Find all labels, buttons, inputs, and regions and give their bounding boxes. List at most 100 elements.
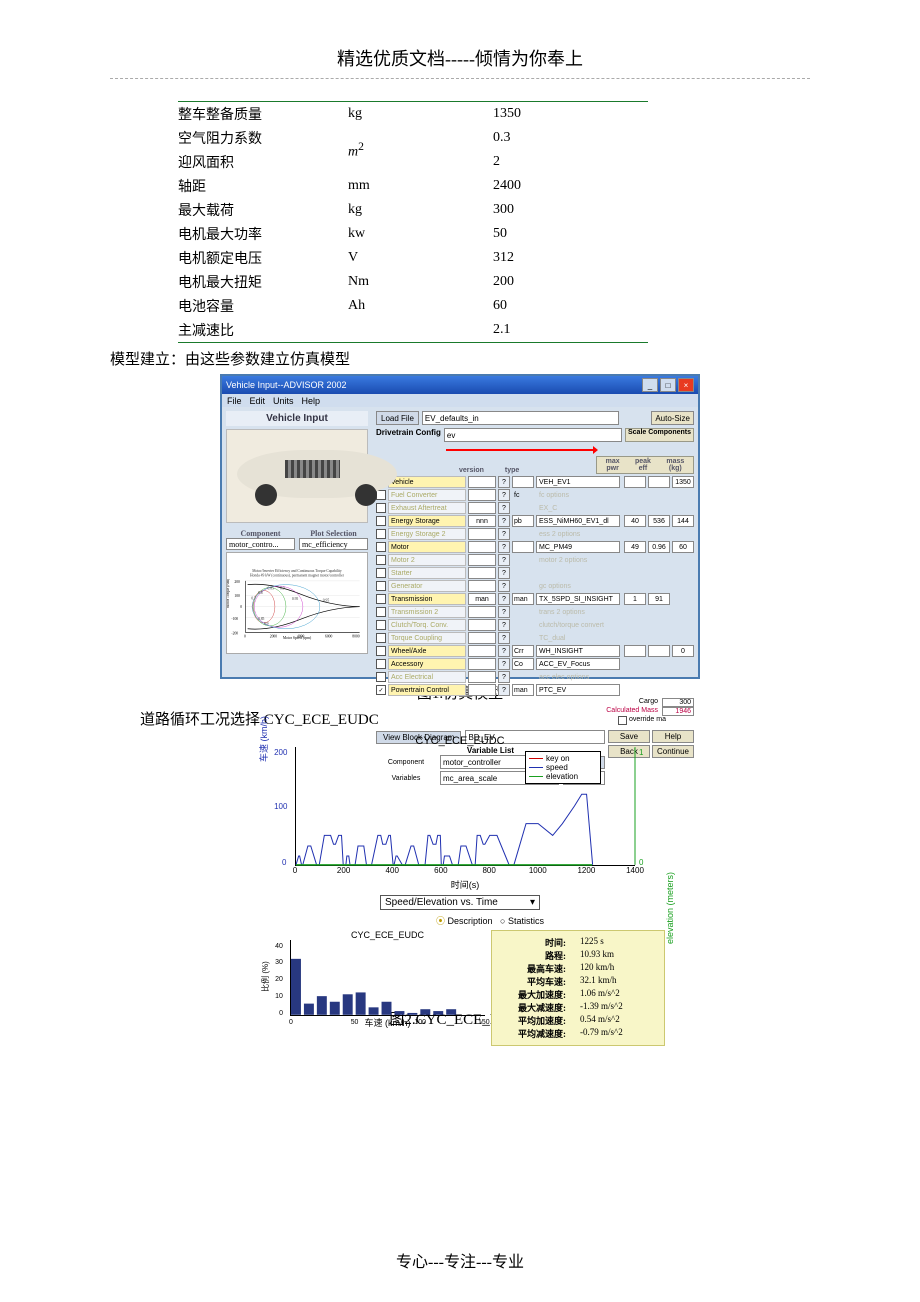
help-icon[interactable]: ? — [498, 606, 510, 618]
component-type[interactable]: fc — [512, 489, 534, 501]
load-file-button[interactable]: Load File — [376, 411, 419, 425]
component-select[interactable]: acc elec options — [536, 671, 620, 683]
component-checkbox[interactable] — [376, 529, 386, 539]
menubar[interactable]: File Edit Units Help — [222, 394, 698, 407]
component-select[interactable]: trans 2 options — [536, 606, 620, 618]
plot-mode-select[interactable]: Speed/Elevation vs. Time — [380, 895, 540, 910]
help-icon[interactable]: ? — [498, 593, 510, 605]
component-version[interactable] — [468, 502, 496, 514]
component-version[interactable]: man — [468, 593, 496, 605]
component-version[interactable] — [468, 476, 496, 488]
component-checkbox[interactable] — [376, 516, 386, 526]
component-checkbox[interactable] — [376, 568, 386, 578]
component-select[interactable]: motor_contro... — [226, 538, 295, 550]
help-icon[interactable]: ? — [498, 489, 510, 501]
component-select[interactable]: TX_5SPD_SI_INSIGHT — [536, 593, 620, 605]
component-type[interactable]: man — [512, 684, 534, 696]
component-version[interactable] — [468, 528, 496, 540]
component-version[interactable] — [468, 489, 496, 501]
help-icon[interactable]: ? — [498, 671, 510, 683]
component-version[interactable] — [468, 580, 496, 592]
help-icon[interactable]: ? — [498, 502, 510, 514]
component-type[interactable] — [512, 554, 534, 566]
component-checkbox[interactable]: ✓ — [376, 685, 386, 695]
component-select[interactable]: fc options — [536, 489, 620, 501]
component-checkbox[interactable] — [376, 672, 386, 682]
component-checkbox[interactable] — [376, 594, 386, 604]
component-select[interactable]: ESS_NiMH60_EV1_dl — [536, 515, 620, 527]
help-icon[interactable]: ? — [498, 554, 510, 566]
component-version[interactable] — [468, 684, 496, 696]
component-version[interactable] — [468, 658, 496, 670]
help-icon[interactable]: ? — [498, 567, 510, 579]
help-icon[interactable]: ? — [498, 580, 510, 592]
plot-selection-select[interactable]: mc_efficiency — [299, 538, 368, 550]
autosize-button[interactable]: Auto-Size — [651, 411, 694, 425]
component-checkbox[interactable] — [376, 620, 386, 630]
vehicle-schematic[interactable] — [226, 429, 368, 523]
component-checkbox[interactable] — [376, 542, 386, 552]
component-version[interactable] — [468, 567, 496, 579]
component-checkbox[interactable] — [376, 555, 386, 565]
component-type[interactable] — [512, 632, 534, 644]
dt-config-select[interactable]: ev — [444, 428, 622, 442]
help-icon[interactable]: ? — [498, 476, 510, 488]
close-icon[interactable]: × — [678, 378, 694, 392]
help-icon[interactable]: ? — [498, 528, 510, 540]
component-select[interactable]: clutch/torque convert — [536, 619, 620, 631]
component-type[interactable] — [512, 502, 534, 514]
maximize-icon[interactable]: □ — [660, 378, 676, 392]
component-select[interactable]: WH_INSIGHT — [536, 645, 620, 657]
component-version[interactable] — [468, 554, 496, 566]
component-select[interactable]: gc options — [536, 580, 620, 592]
component-type[interactable]: man — [512, 593, 534, 605]
menu-edit[interactable]: Edit — [250, 396, 266, 406]
component-type[interactable] — [512, 619, 534, 631]
load-file-select[interactable]: EV_defaults_in — [422, 411, 619, 425]
component-select[interactable]: ess 2 options — [536, 528, 620, 540]
component-type[interactable] — [512, 606, 534, 618]
component-checkbox[interactable] — [376, 607, 386, 617]
help-icon[interactable]: ? — [498, 619, 510, 631]
component-select[interactable]: ACC_EV_Focus — [536, 658, 620, 670]
component-type[interactable] — [512, 528, 534, 540]
component-type[interactable] — [512, 580, 534, 592]
component-type[interactable]: pb — [512, 515, 534, 527]
component-select[interactable]: EX_C — [536, 502, 620, 514]
plot-radio[interactable]: ⦿ Description ○ Statistics — [315, 914, 665, 927]
component-version[interactable]: nnn — [468, 515, 496, 527]
help-icon[interactable]: ? — [498, 684, 510, 696]
component-select[interactable]: TC_dual — [536, 632, 620, 644]
component-version[interactable] — [468, 645, 496, 657]
component-version[interactable] — [468, 606, 496, 618]
component-checkbox[interactable] — [376, 490, 386, 500]
component-checkbox[interactable] — [376, 503, 386, 513]
component-type[interactable]: Crr — [512, 645, 534, 657]
minimize-icon[interactable]: _ — [642, 378, 658, 392]
component-checkbox[interactable] — [376, 646, 386, 656]
menu-units[interactable]: Units — [273, 396, 294, 406]
component-checkbox[interactable] — [376, 659, 386, 669]
help-icon[interactable]: ? — [498, 658, 510, 670]
component-type[interactable]: Co — [512, 658, 534, 670]
help-icon[interactable]: ? — [498, 515, 510, 527]
component-checkbox[interactable] — [376, 581, 386, 591]
component-select[interactable]: motor 2 options — [536, 554, 620, 566]
component-version[interactable] — [468, 671, 496, 683]
component-checkbox[interactable] — [376, 633, 386, 643]
component-select[interactable]: PTC_EV — [536, 684, 620, 696]
help-icon[interactable]: ? — [498, 632, 510, 644]
override-mass-checkbox[interactable] — [618, 716, 627, 725]
component-version[interactable] — [468, 541, 496, 553]
help-icon[interactable]: ? — [498, 645, 510, 657]
component-type[interactable] — [512, 541, 534, 553]
titlebar[interactable]: Vehicle Input--ADVISOR 2002 _ □ × — [222, 376, 698, 394]
help-icon[interactable]: ? — [498, 541, 510, 553]
component-select[interactable]: MC_PM49 — [536, 541, 620, 553]
component-select[interactable] — [536, 567, 620, 579]
menu-file[interactable]: File — [227, 396, 242, 406]
cargo-value[interactable]: 300 — [662, 698, 694, 707]
component-version[interactable] — [468, 619, 496, 631]
component-type[interactable] — [512, 476, 534, 488]
menu-help[interactable]: Help — [302, 396, 321, 406]
